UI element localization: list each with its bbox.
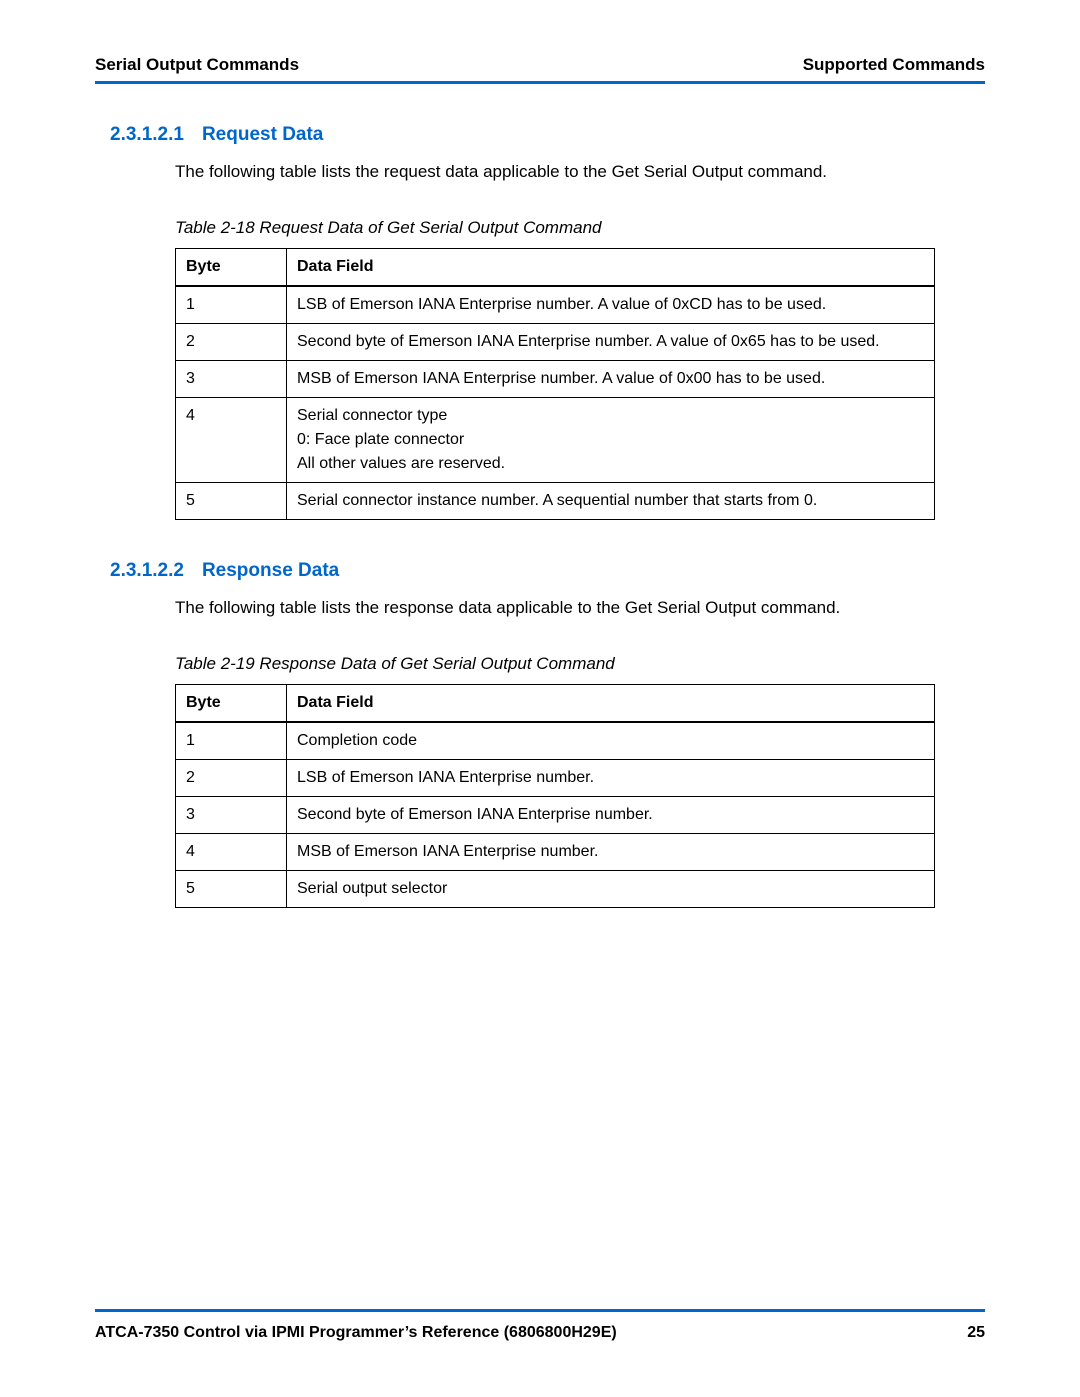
section-intro: The following table lists the response d… xyxy=(175,596,985,620)
table-row: 1 Completion code xyxy=(176,722,935,760)
col-byte: Byte xyxy=(176,248,287,286)
cell-field: Serial connector type0: Face plate conne… xyxy=(287,397,935,482)
cell-field: LSB of Emerson IANA Enterprise number. xyxy=(287,759,935,796)
cell-byte: 5 xyxy=(176,482,287,519)
table-row: 4 MSB of Emerson IANA Enterprise number. xyxy=(176,833,935,870)
header-right: Supported Commands xyxy=(803,55,985,75)
cell-byte: 3 xyxy=(176,796,287,833)
table-row: 5 Serial output selector xyxy=(176,870,935,907)
header-left: Serial Output Commands xyxy=(95,55,299,75)
cell-field: MSB of Emerson IANA Enterprise number. xyxy=(287,833,935,870)
table-row: 3 Second byte of Emerson IANA Enterprise… xyxy=(176,796,935,833)
section-number: 2.3.1.2.2 xyxy=(110,560,184,582)
cell-field: Serial output selector xyxy=(287,870,935,907)
cell-field: LSB of Emerson IANA Enterprise number. A… xyxy=(287,286,935,324)
table-row: 3 MSB of Emerson IANA Enterprise number.… xyxy=(176,360,935,397)
cell-field: MSB of Emerson IANA Enterprise number. A… xyxy=(287,360,935,397)
request-data-table: Byte Data Field 1 LSB of Emerson IANA En… xyxy=(175,248,935,520)
cell-byte: 2 xyxy=(176,759,287,796)
cell-byte: 3 xyxy=(176,360,287,397)
section-heading-response-data: 2.3.1.2.2 Response Data xyxy=(110,560,985,582)
cell-byte: 1 xyxy=(176,286,287,324)
page-footer: ATCA-7350 Control via IPMI Programmer’s … xyxy=(95,1309,985,1342)
section-intro: The following table lists the request da… xyxy=(175,160,985,184)
section-heading-request-data: 2.3.1.2.1 Request Data xyxy=(110,124,985,146)
section-title: Response Data xyxy=(202,560,339,581)
cell-byte: 4 xyxy=(176,833,287,870)
page-header: Serial Output Commands Supported Command… xyxy=(95,55,985,84)
cell-field: Second byte of Emerson IANA Enterprise n… xyxy=(287,323,935,360)
table-caption: Table 2-18 Request Data of Get Serial Ou… xyxy=(175,218,985,238)
table-row: 2 Second byte of Emerson IANA Enterprise… xyxy=(176,323,935,360)
table-row: 1 LSB of Emerson IANA Enterprise number.… xyxy=(176,286,935,324)
table-caption: Table 2-19 Response Data of Get Serial O… xyxy=(175,654,985,674)
response-data-table: Byte Data Field 1 Completion code 2 LSB … xyxy=(175,684,935,908)
footer-right: 25 xyxy=(967,1324,985,1342)
cell-byte: 4 xyxy=(176,397,287,482)
table-row: 2 LSB of Emerson IANA Enterprise number. xyxy=(176,759,935,796)
table-row: 4 Serial connector type0: Face plate con… xyxy=(176,397,935,482)
cell-byte: 5 xyxy=(176,870,287,907)
cell-byte: 2 xyxy=(176,323,287,360)
cell-field: Second byte of Emerson IANA Enterprise n… xyxy=(287,796,935,833)
col-field: Data Field xyxy=(287,684,935,722)
footer-left: ATCA-7350 Control via IPMI Programmer’s … xyxy=(95,1324,617,1342)
col-byte: Byte xyxy=(176,684,287,722)
cell-byte: 1 xyxy=(176,722,287,760)
page: Serial Output Commands Supported Command… xyxy=(0,0,1080,1397)
table-header-row: Byte Data Field xyxy=(176,248,935,286)
section-number: 2.3.1.2.1 xyxy=(110,124,184,146)
table-header-row: Byte Data Field xyxy=(176,684,935,722)
col-field: Data Field xyxy=(287,248,935,286)
cell-field: Completion code xyxy=(287,722,935,760)
section-title: Request Data xyxy=(202,124,323,145)
cell-field: Serial connector instance number. A sequ… xyxy=(287,482,935,519)
table-row: 5 Serial connector instance number. A se… xyxy=(176,482,935,519)
